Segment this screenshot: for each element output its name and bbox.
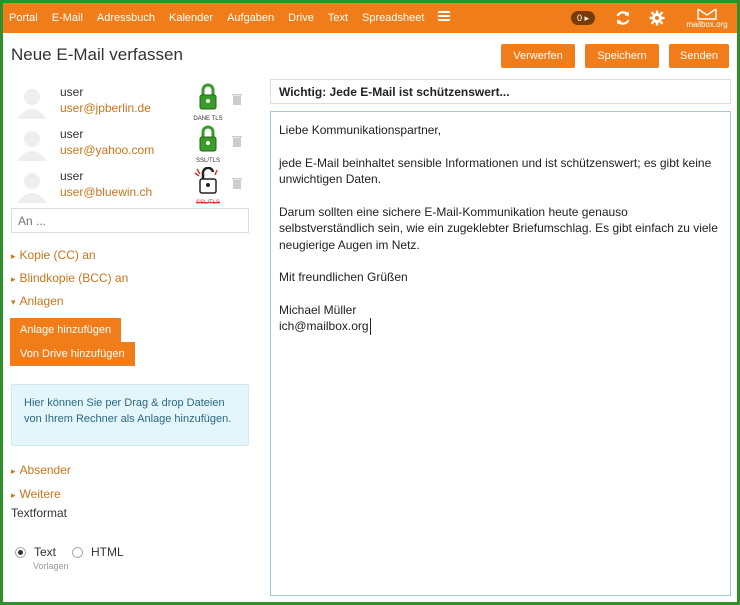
signature-name: Michael Müller	[279, 302, 357, 317]
attachment-dropzone[interactable]: Hier können Sie per Drag & drop Dateien …	[11, 384, 249, 446]
recipient-item[interactable]: user user@yahoo.com SSL/TLS	[11, 125, 251, 167]
top-navigation: Portal E-Mail Adressbuch Kalender Aufgab…	[3, 3, 737, 33]
add-from-drive-button[interactable]: Von Drive hinzufügen	[10, 342, 135, 366]
bcc-label: Blindkopie (BCC) an	[19, 271, 129, 285]
nav-spreadsheet[interactable]: Spreadsheet	[355, 3, 431, 33]
discard-button[interactable]: Verwerfen	[501, 44, 575, 68]
recipient-item[interactable]: user user@jpberlin.de DANE TLS	[11, 83, 251, 125]
more-toggle[interactable]: ▸ Weitere	[11, 487, 61, 501]
recipient-email[interactable]: user@jpberlin.de	[60, 101, 151, 115]
nav-aufgaben[interactable]: Aufgaben	[220, 3, 281, 33]
logo-text: mailbox.org	[686, 19, 728, 29]
recipient-item[interactable]: user user@bluewin.ch SSL/TLS	[11, 166, 251, 209]
sender-label: Absender	[19, 463, 71, 477]
templates-link[interactable]: Vorlagen	[33, 561, 69, 571]
nav-email[interactable]: E-Mail	[45, 3, 90, 33]
avatar	[17, 89, 47, 119]
subject-field[interactable]: Wichtig: Jede E-Mail ist schützenswert..…	[270, 79, 731, 104]
message-body-editor[interactable]: Liebe Kommunikationspartner, jede E-Mail…	[270, 111, 731, 596]
avatar	[17, 173, 47, 203]
body-paragraph-2: Darum sollten eine sichere E-Mail-Kommun…	[279, 204, 718, 252]
add-attachment-button[interactable]: Anlage hinzufügen	[10, 318, 122, 342]
mailbox-logo[interactable]: mailbox.org	[681, 3, 733, 33]
sender-toggle[interactable]: ▸ Absender	[11, 463, 71, 477]
cc-label: Kopie (CC) an	[19, 248, 96, 262]
tls-label: SSL/TLS	[195, 158, 220, 164]
broken-lock-icon: SSL/TLS	[191, 166, 225, 206]
page-title: Neue E-Mail verfassen	[11, 45, 183, 64]
nav-text[interactable]: Text	[321, 3, 355, 33]
greeting-text: Liebe Kommunikationspartner,	[279, 123, 442, 137]
tls-label: SSL/TLS	[195, 200, 220, 206]
lock-icon: SSL/TLS	[191, 125, 225, 164]
recipient-email[interactable]: user@bluewin.ch	[60, 185, 152, 199]
nav-right-group: 0 ▸ mailbox.org	[570, 3, 737, 33]
avatar	[17, 131, 47, 161]
nav-drive[interactable]: Drive	[281, 3, 321, 33]
textformat-label: Textformat	[11, 506, 68, 520]
closing-text: Mit freundlichen Grüßen	[279, 270, 408, 284]
nav-portal[interactable]: Portal	[3, 3, 45, 33]
trash-icon[interactable]	[231, 177, 243, 189]
nav-adressbuch[interactable]: Adressbuch	[90, 3, 162, 33]
attachments-toggle[interactable]: ▾ Anlagen	[11, 294, 64, 308]
caret-right-icon: ▸	[11, 466, 16, 476]
gear-icon[interactable]	[647, 8, 667, 28]
radio-html[interactable]	[72, 546, 84, 558]
to-input[interactable]	[11, 208, 249, 233]
radio-text-label: Text	[34, 545, 57, 559]
recipient-name: user	[60, 85, 84, 99]
recipient-email[interactable]: user@yahoo.com	[60, 143, 154, 157]
save-button[interactable]: Speichern	[585, 44, 659, 68]
caret-right-icon: ▸	[11, 490, 16, 500]
tls-label: DANE TLS	[193, 116, 223, 122]
notification-badge[interactable]: 0 ▸	[570, 11, 595, 25]
more-label: Weitere	[19, 487, 61, 501]
caret-right-icon: ▸	[11, 274, 16, 284]
radio-html-label: HTML	[91, 545, 124, 559]
refresh-icon[interactable]	[613, 8, 633, 28]
caret-down-icon: ▾	[11, 297, 16, 307]
recipient-name: user	[60, 127, 84, 141]
hamburger-icon[interactable]	[431, 3, 457, 33]
body-paragraph-1: jede E-Mail beinhaltet sensible Informat…	[279, 155, 712, 187]
mail-compose-window: Portal E-Mail Adressbuch Kalender Aufgab…	[3, 3, 737, 602]
radio-text[interactable]	[15, 546, 26, 558]
signature-email: ich@mailbox.org	[279, 318, 371, 335]
trash-icon[interactable]	[231, 93, 243, 105]
send-button[interactable]: Senden	[669, 44, 729, 68]
trash-icon[interactable]	[231, 135, 243, 147]
textformat-radios: Text HTML	[15, 545, 124, 559]
logo-icon	[697, 7, 717, 20]
lock-icon: DANE TLS	[191, 83, 225, 122]
attachments-label: Anlagen	[19, 294, 64, 308]
nav-kalender[interactable]: Kalender	[162, 3, 220, 33]
recipient-name: user	[60, 169, 84, 183]
bcc-toggle[interactable]: ▸ Blindkopie (BCC) an	[11, 271, 128, 285]
cc-toggle[interactable]: ▸ Kopie (CC) an	[11, 248, 96, 262]
caret-right-icon: ▸	[11, 251, 16, 261]
